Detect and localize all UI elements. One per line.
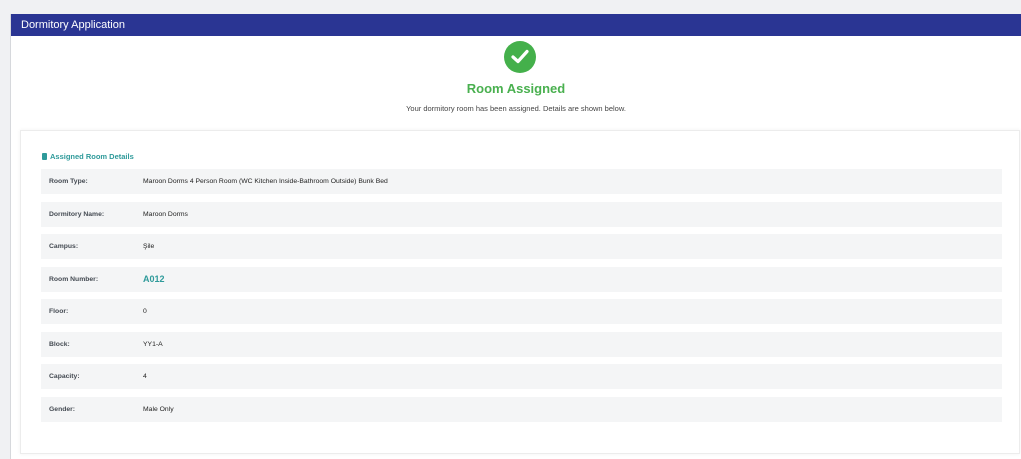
detail-value: Maroon Dorms 4 Person Room (WC Kitchen I… bbox=[143, 178, 388, 185]
detail-label: Gender: bbox=[49, 405, 76, 413]
section-title: Assigned Room Details bbox=[50, 152, 134, 161]
detail-row-floor: Floor: 0 bbox=[41, 299, 1002, 324]
details-list: Room Type: Maroon Dorms 4 Person Room (W… bbox=[41, 169, 1002, 429]
detail-value: Şile bbox=[143, 243, 155, 250]
detail-row-room-type: Room Type: Maroon Dorms 4 Person Room (W… bbox=[41, 169, 1002, 194]
room-number-value: A012 bbox=[143, 273, 165, 284]
detail-label: Capacity: bbox=[49, 373, 80, 380]
window-title: Dormitory Application bbox=[11, 14, 1021, 36]
detail-row-dormitory-name: Dormitory Name: Maroon Dorms bbox=[41, 201, 1002, 227]
detail-value: YY1-A bbox=[143, 340, 163, 348]
detail-row-room-number: Room Number: A012 bbox=[41, 266, 1002, 292]
detail-value: Male Only bbox=[143, 405, 174, 413]
document-icon bbox=[42, 153, 47, 160]
detail-row-block: Block: YY1-A bbox=[41, 331, 1002, 357]
detail-label: Campus: bbox=[49, 243, 79, 250]
detail-row-capacity: Capacity: 4 bbox=[41, 364, 1002, 389]
detail-label: Room Type: bbox=[49, 178, 88, 185]
section-header: Assigned Room Details bbox=[42, 152, 134, 161]
detail-label: Dormitory Name: bbox=[49, 210, 105, 218]
check-circle-icon bbox=[504, 41, 536, 73]
application-window: Dormitory Application Room Assigned Your… bbox=[10, 14, 1021, 459]
detail-label: Block: bbox=[49, 340, 70, 348]
status-message: Your dormitory room has been assigned. D… bbox=[406, 104, 626, 113]
room-details-card: Assigned Room Details Room Type: Maroon … bbox=[20, 130, 1020, 454]
detail-label: Floor: bbox=[49, 308, 69, 315]
detail-value: 4 bbox=[143, 373, 147, 380]
detail-value: 0 bbox=[143, 308, 147, 315]
detail-row-campus: Campus: Şile bbox=[41, 234, 1002, 259]
detail-row-gender: Gender: Male Only bbox=[41, 396, 1002, 422]
detail-label: Room Number: bbox=[49, 275, 99, 283]
detail-value: Maroon Dorms bbox=[143, 210, 188, 218]
status-banner: Room Assigned Your dormitory room has be… bbox=[11, 36, 1021, 130]
status-title: Room Assigned bbox=[466, 81, 566, 96]
